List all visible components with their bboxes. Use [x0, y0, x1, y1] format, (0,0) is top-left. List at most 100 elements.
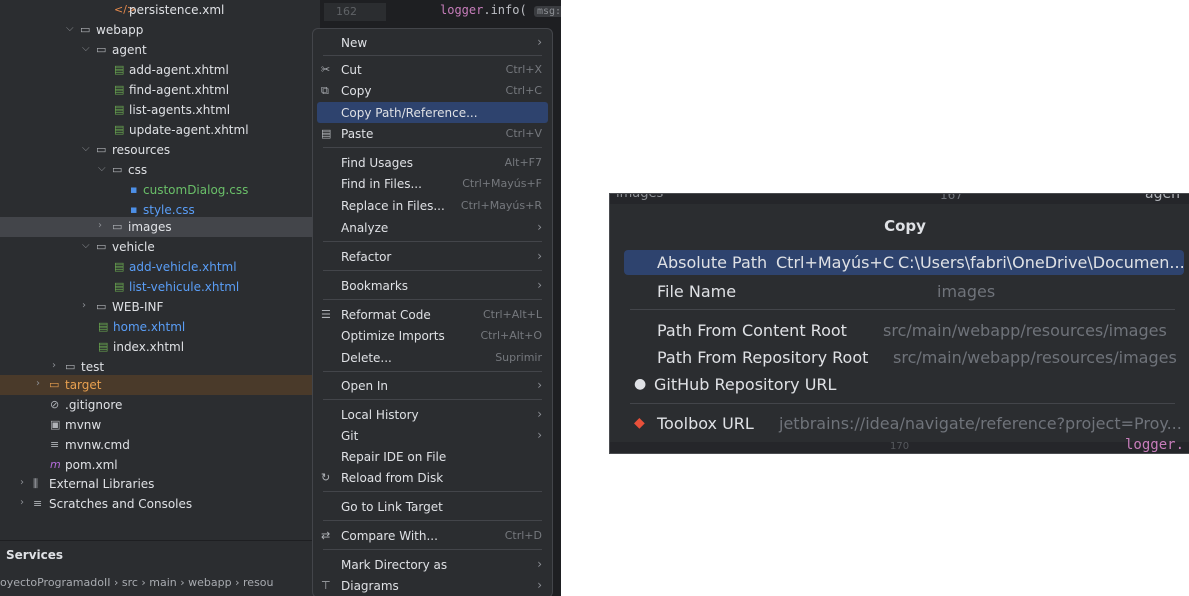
- project-tree: </> persistence.xml ⌵ ▭ webapp ⌵ ▭ agent…: [0, 0, 320, 540]
- tree-row-scratches[interactable]: › ≡ Scratches and Consoles: [0, 494, 320, 514]
- folder-icon: ▭: [80, 23, 91, 36]
- tree-row-update-agent[interactable]: ▤ update-agent.xhtml: [0, 120, 320, 140]
- tree-row-index[interactable]: ▤ index.xhtml: [0, 337, 320, 357]
- menu-go-to-link-target[interactable]: Go to Link Target: [317, 496, 548, 517]
- menu-shortcut: Ctrl+Mayús+F: [462, 177, 542, 190]
- tree-row-mvnw-cmd[interactable]: ≡ mvnw.cmd: [0, 435, 320, 455]
- menu-compare-with[interactable]: ⇄ Compare With... Ctrl+D: [317, 525, 548, 546]
- menu-analyze[interactable]: Analyze ›: [317, 217, 548, 238]
- menu-separator: [323, 520, 542, 521]
- menu-git[interactable]: Git ›: [317, 425, 548, 446]
- tree-row-list-vehicule[interactable]: ▤ list-vehicule.xhtml: [0, 277, 320, 297]
- menu-label: Go to Link Target: [341, 500, 443, 514]
- tree-row-web-inf[interactable]: › ▭ WEB-INF: [0, 297, 320, 317]
- copy-absolute-path[interactable]: Absolute Path Ctrl+Mayús+C C:\Users\fabr…: [624, 250, 1185, 275]
- menu-label: Reload from Disk: [341, 471, 444, 485]
- parameter-hint: msg:: [533, 6, 561, 17]
- menu-label: Diagrams: [341, 579, 399, 593]
- tree-label: index.xhtml: [113, 340, 185, 354]
- tree-row-list-agents[interactable]: ▤ list-agents.xhtml: [0, 100, 320, 120]
- chevron-right-icon[interactable]: ›: [98, 220, 102, 231]
- text-file-icon: ≡: [50, 438, 60, 451]
- menu-delete[interactable]: Delete... Suprimir: [317, 347, 548, 368]
- chevron-down-icon[interactable]: ⌵: [82, 43, 90, 54]
- xhtml-file-icon: ▤: [98, 340, 109, 353]
- menu-refactor[interactable]: Refactor ›: [317, 246, 548, 267]
- copy-path-from-repository-root[interactable]: Path From Repository Root src/main/webap…: [624, 345, 1184, 370]
- tree-row-target[interactable]: › ▭ target: [0, 375, 320, 395]
- tree-row-test[interactable]: › ▭ test: [0, 357, 320, 377]
- tree-row-vehicle[interactable]: ⌵ ▭ vehicle: [0, 237, 320, 257]
- chevron-down-icon[interactable]: ⌵: [66, 23, 74, 34]
- tree-row-persistence[interactable]: </> persistence.xml: [0, 0, 320, 20]
- code-line[interactable]: logger.info( msg:: [440, 3, 561, 17]
- copy-file-name[interactable]: File Name images: [624, 279, 1184, 304]
- menu-copy[interactable]: ⧉ Copy Ctrl+C: [317, 80, 548, 101]
- menu-repair-ide[interactable]: Repair IDE on File: [317, 446, 548, 467]
- chevron-right-icon[interactable]: ›: [20, 477, 24, 488]
- breadcrumb[interactable]: oyectoProgramadoII › src › main › webapp…: [0, 570, 320, 596]
- xhtml-file-icon: ▤: [114, 280, 125, 293]
- menu-shortcut: Suprimir: [495, 351, 542, 364]
- menu-copy-path[interactable]: Copy Path/Reference...: [317, 102, 548, 123]
- chevron-right-icon[interactable]: ›: [82, 300, 86, 311]
- menu-reload-from-disk[interactable]: ↻ Reload from Disk: [317, 467, 548, 488]
- tree-row-gitignore[interactable]: ⊘ .gitignore: [0, 395, 320, 415]
- tree-row-agent[interactable]: ⌵ ▭ agent: [0, 40, 320, 60]
- menu-mark-directory-as[interactable]: Mark Directory as ›: [317, 554, 548, 575]
- menu-paste[interactable]: ▤ Paste Ctrl+V: [317, 123, 548, 144]
- tree-row-pom[interactable]: m pom.xml: [0, 455, 320, 475]
- menu-local-history[interactable]: Local History ›: [317, 404, 548, 425]
- menu-separator: [323, 371, 542, 372]
- tree-label: style.css: [143, 203, 195, 217]
- tree-row-resources[interactable]: ⌵ ▭ resources: [0, 140, 320, 160]
- menu-reformat-code[interactable]: ☰ Reformat Code Ctrl+Alt+L: [317, 304, 548, 325]
- chevron-down-icon[interactable]: ⌵: [82, 240, 90, 251]
- menu-label: Delete...: [341, 351, 392, 365]
- github-icon: ●: [634, 376, 647, 392]
- tree-row-css[interactable]: ⌵ ▭ css: [0, 160, 320, 180]
- menu-find-in-files[interactable]: Find in Files... Ctrl+Mayús+F: [317, 173, 548, 194]
- tree-label: customDialog.css: [143, 183, 249, 197]
- chevron-right-icon: ›: [537, 35, 542, 49]
- tree-row-home[interactable]: ▤ home.xhtml: [0, 317, 320, 337]
- menu-replace-in-files[interactable]: Replace in Files... Ctrl+Mayús+R: [317, 195, 548, 216]
- xhtml-file-icon: ▤: [114, 260, 125, 273]
- tree-row-images[interactable]: › ▭ images: [0, 217, 320, 237]
- menu-label: Mark Directory as: [341, 558, 448, 572]
- tree-row-external-libraries[interactable]: › ⫼ External Libraries: [0, 474, 320, 494]
- menu-bookmarks[interactable]: Bookmarks ›: [317, 275, 548, 296]
- tree-row-customdialog[interactable]: ▪ customDialog.css: [0, 180, 320, 200]
- services-panel[interactable]: Services: [0, 540, 320, 569]
- menu-diagrams[interactable]: ⊤ Diagrams ›: [317, 575, 548, 596]
- tree-row-mvnw[interactable]: ▣ mvnw: [0, 415, 320, 435]
- tree-label: External Libraries: [49, 477, 155, 491]
- menu-new[interactable]: New ›: [317, 32, 548, 53]
- chevron-right-icon[interactable]: ›: [36, 378, 40, 389]
- tree-row-add-vehicle[interactable]: ▤ add-vehicle.xhtml: [0, 257, 320, 277]
- menu-label: Reformat Code: [341, 308, 431, 322]
- tree-row-webapp[interactable]: ⌵ ▭ webapp: [0, 20, 320, 40]
- menu-separator: [323, 55, 542, 56]
- menu-shortcut: Ctrl+D: [504, 529, 542, 542]
- copy-github-repository-url[interactable]: ● GitHub Repository URL: [624, 372, 1184, 397]
- menu-optimize-imports[interactable]: Optimize Imports Ctrl+Alt+O: [317, 325, 548, 346]
- menu-label: Optimize Imports: [341, 329, 445, 343]
- menu-find-usages[interactable]: Find Usages Alt+F7: [317, 152, 548, 173]
- menu-cut[interactable]: ✂ Cut Ctrl+X: [317, 59, 548, 80]
- xhtml-file-icon: ▤: [114, 63, 125, 76]
- scratches-icon: ≡: [33, 497, 43, 510]
- chevron-down-icon[interactable]: ⌵: [98, 163, 106, 174]
- menu-open-in[interactable]: Open In ›: [317, 375, 548, 396]
- chevron-right-icon[interactable]: ›: [52, 360, 56, 371]
- tree-row-find-agent[interactable]: ▤ find-agent.xhtml: [0, 80, 320, 100]
- menu-label: Bookmarks: [341, 279, 409, 293]
- menu-shortcut: Alt+F7: [504, 156, 542, 169]
- chevron-right-icon[interactable]: ›: [20, 497, 24, 508]
- copy-toolbox-url[interactable]: ◆ Toolbox URL jetbrains://idea/navigate/…: [624, 411, 1184, 436]
- chevron-down-icon[interactable]: ⌵: [82, 143, 90, 154]
- tree-label: images: [128, 220, 172, 234]
- copy-path-from-content-root[interactable]: Path From Content Root src/main/webapp/r…: [624, 318, 1184, 343]
- xhtml-file-icon: ▤: [114, 123, 125, 136]
- tree-row-add-agent[interactable]: ▤ add-agent.xhtml: [0, 60, 320, 80]
